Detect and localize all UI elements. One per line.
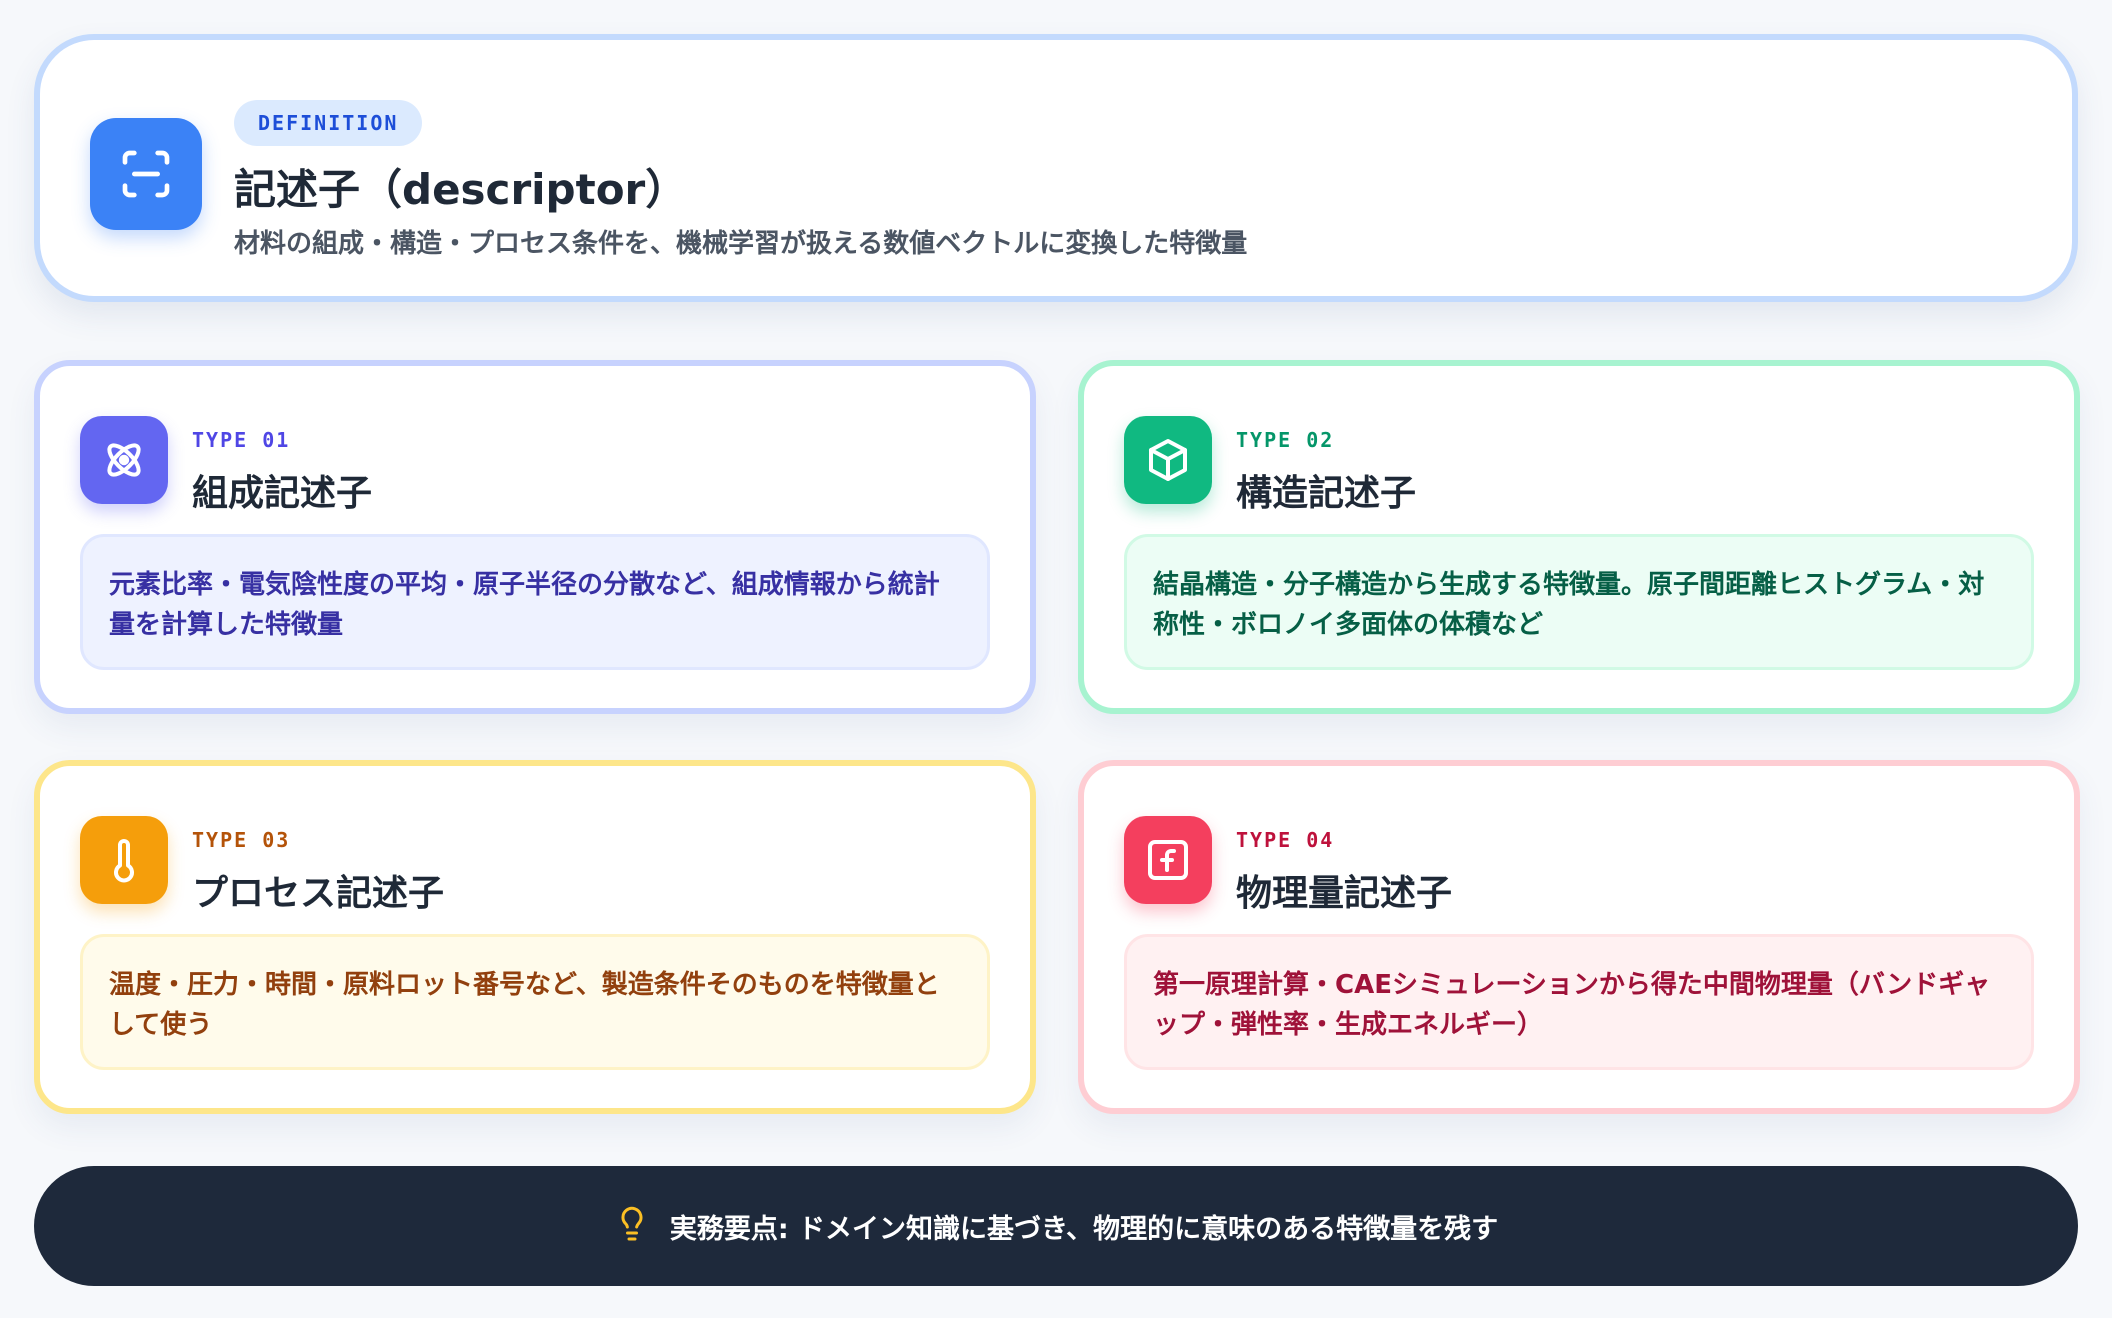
scan-icon	[90, 118, 202, 230]
type-title: 構造記述子	[1236, 473, 1417, 514]
type-description: 元素比率・電気陰性度の平均・原子半径の分散など、組成情報から統計量を計算した特徴…	[80, 534, 990, 670]
definition-description: 材料の組成・構造・プロセス条件を、機械学習が扱える数値ベクトルに変換した特徴量	[234, 229, 1248, 259]
type-card-composition: TYPE 01 組成記述子 元素比率・電気陰性度の平均・原子半径の分散など、組成…	[34, 360, 1036, 714]
atom-icon	[80, 416, 168, 504]
definition-badge: DEFINITION	[234, 100, 423, 146]
type-tag: TYPE 01	[192, 428, 291, 452]
tip-bar: 実務要点: ドメイン知識に基づき、物理的に意味のある特徴量を残す	[34, 1166, 2078, 1286]
definition-title: 記述子（descriptor）	[234, 165, 688, 214]
type-title: 物理量記述子	[1236, 873, 1453, 914]
type-card-physical: TYPE 04 物理量記述子 第一原理計算・CAEシミュレーションから得た中間物…	[1078, 760, 2080, 1114]
definition-card: DEFINITION 記述子（descriptor） 材料の組成・構造・プロセス…	[34, 34, 2078, 302]
tip-text: 実務要点: ドメイン知識に基づき、物理的に意味のある特徴量を残す	[669, 1213, 1499, 1245]
descriptor-diagram: DEFINITION 記述子（descriptor） 材料の組成・構造・プロセス…	[0, 0, 2112, 1318]
type-tag: TYPE 02	[1236, 428, 1335, 452]
type-card-process: TYPE 03 プロセス記述子 温度・圧力・時間・原料ロット番号など、製造条件そ…	[34, 760, 1036, 1114]
type-tag: TYPE 04	[1236, 828, 1335, 852]
type-description: 結晶構造・分子構造から生成する特徴量。原子間距離ヒストグラム・対称性・ボロノイ多…	[1124, 534, 2034, 670]
type-description: 第一原理計算・CAEシミュレーションから得た中間物理量（バンドギャップ・弾性率・…	[1124, 934, 2034, 1070]
type-title: プロセス記述子	[192, 873, 445, 914]
type-tag: TYPE 03	[192, 828, 291, 852]
type-card-structure: TYPE 02 構造記述子 結晶構造・分子構造から生成する特徴量。原子間距離ヒス…	[1078, 360, 2080, 714]
thermometer-icon	[80, 816, 168, 904]
cube-icon	[1124, 416, 1212, 504]
lightbulb-icon	[614, 1204, 650, 1248]
type-title: 組成記述子	[192, 473, 373, 514]
function-icon	[1124, 816, 1212, 904]
type-description: 温度・圧力・時間・原料ロット番号など、製造条件そのものを特徴量として使う	[80, 934, 990, 1070]
